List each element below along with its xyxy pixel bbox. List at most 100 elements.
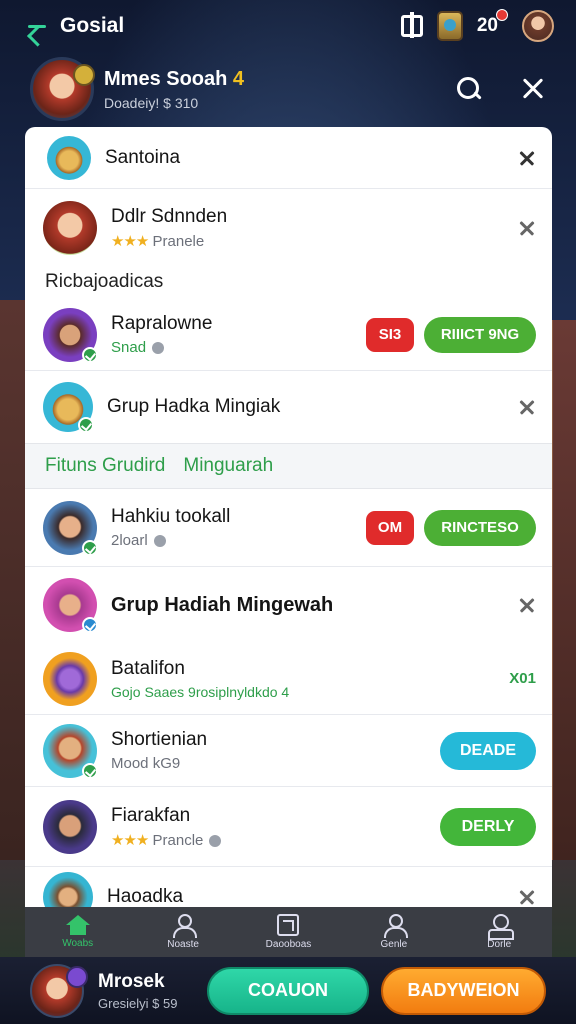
footer-info: Mrosek Gresielyi $ 59 <box>98 971 177 1011</box>
top-bar-actions: 20 <box>400 9 554 42</box>
friend-avatar <box>43 307 98 363</box>
profile-name-text: Mmes Sooah <box>104 67 228 90</box>
action-button[interactable]: RIIICT 9NG <box>424 316 536 353</box>
group-avatar <box>43 651 97 706</box>
close-icon[interactable] <box>518 398 536 416</box>
close-icon[interactable] <box>518 596 536 614</box>
top-bar: Gosial 20 <box>0 0 576 52</box>
row-title: Rapralowne <box>111 313 213 334</box>
background-building-right <box>550 320 576 860</box>
profile-name: Mmes Sooah 4 <box>104 68 244 91</box>
friend-avatar <box>43 500 98 556</box>
profile-avatar[interactable] <box>30 57 95 121</box>
row-meta: Snad <box>111 339 366 356</box>
section-label-primary: Fituns Grudird <box>45 455 166 476</box>
nav-item-friends[interactable]: Noaste <box>143 914 223 950</box>
verified-check-icon <box>82 762 98 779</box>
nav-label: Dorle <box>487 939 512 950</box>
list-item[interactable]: Haoadka <box>25 867 552 907</box>
verified-check-icon <box>78 417 94 433</box>
user-icon <box>172 914 198 938</box>
gift-icon[interactable] <box>400 12 423 38</box>
row-meta: ★★★ Pranele <box>111 232 518 250</box>
nav-label: Noaste <box>167 939 199 950</box>
footer-name: Mrosek <box>98 970 165 992</box>
heart-icon <box>153 535 166 548</box>
list-item[interactable]: Batalifon Gojo Saaes 9rosiplnyldkdo 4 X0… <box>25 643 552 715</box>
list-item[interactable]: Grup Hadka Mingiak <box>25 371 552 443</box>
group-avatar <box>43 578 98 633</box>
badge-button[interactable]: SI3 <box>366 317 414 352</box>
nav-label: Woabs <box>62 938 94 949</box>
section-label-secondary: Minguarah <box>183 455 274 476</box>
profile-subtitle: Doadeiy! $ 310 <box>104 94 199 111</box>
list-item[interactable]: Fiarakfan ★★★ Prancle DERLY <box>25 787 552 867</box>
box-icon <box>277 914 300 936</box>
friend-avatar <box>43 872 93 907</box>
row-meta: Gojo Saaes 9rosiplnyldkdo 4 <box>111 683 290 700</box>
list-item[interactable]: Hahkiu tookall 2loarl OM RINCTESO <box>25 489 552 567</box>
nav-item-more[interactable]: Dorle <box>459 914 539 950</box>
notification-counter[interactable]: 20 <box>477 9 508 37</box>
profile-info: Mmes Sooah 4 Doadeiy! $ 310 <box>104 68 244 111</box>
map-icon[interactable] <box>436 11 463 41</box>
row-meta-text: Snad <box>111 339 147 356</box>
row-title: Grup Hadiah Mingewah <box>111 593 334 616</box>
list-item[interactable]: Rapralowne Snad SI3 RIIICT 9NG <box>25 299 552 371</box>
verified-check-icon <box>82 346 98 363</box>
row-meta-text: 2loarl <box>111 532 148 549</box>
friend-avatar <box>43 201 97 255</box>
heart-icon <box>209 834 222 847</box>
group-avatar <box>43 382 94 433</box>
row-title: Ddlr Sdnnden <box>111 206 228 227</box>
user-avatar[interactable] <box>522 10 554 42</box>
list-item[interactable]: Shortienian Mood kG9 DEADE <box>25 715 552 787</box>
app-title: Gosial <box>60 14 125 37</box>
list-item[interactable]: Ddlr Sdnnden ★★★ Pranele <box>25 189 552 267</box>
profile-header: Mmes Sooah 4 Doadeiy! $ 310 <box>0 52 576 126</box>
primary-button[interactable]: COAUON <box>207 966 369 1015</box>
action-button[interactable]: DERLY <box>440 807 536 846</box>
pin-icon <box>488 914 515 940</box>
social-panel: Santoina Ddlr Sdnnden ★★★ Pranele Ricbaj… <box>25 127 552 907</box>
search-icon[interactable] <box>456 76 482 102</box>
section-header: Ricbajoadicas <box>45 271 164 292</box>
action-button[interactable]: RINCTESO <box>424 509 536 546</box>
footer-avatar[interactable] <box>30 963 88 1018</box>
section-header: Fituns Grudird Minguarah <box>25 443 552 489</box>
nav-item-inbox[interactable]: Daooboas <box>248 914 328 950</box>
profile-badge: 4 <box>232 67 245 90</box>
row-title: Batalifon <box>111 657 185 679</box>
footer-bar: Mrosek Gresielyi $ 59 COAUON BADYWEION <box>0 957 576 1024</box>
verified-check-icon <box>82 617 98 633</box>
row-title: Grup Hadka Mingiak <box>107 396 281 417</box>
count-label: X01 <box>509 670 536 687</box>
action-button[interactable]: DEADE <box>440 731 536 770</box>
row-title: Santoina <box>105 146 181 168</box>
nav-item-home[interactable]: Woabs <box>38 915 118 949</box>
home-icon <box>65 915 90 935</box>
list-item[interactable]: Santoina <box>25 127 552 189</box>
back-arrow-icon[interactable] <box>22 12 50 40</box>
badge-button[interactable]: OM <box>366 510 414 545</box>
verified-check-icon <box>82 539 98 556</box>
notification-dot <box>496 9 508 21</box>
close-icon[interactable] <box>520 76 546 102</box>
close-icon[interactable] <box>518 888 536 906</box>
user-icon <box>383 914 408 938</box>
chest-avatar <box>47 135 91 180</box>
row-title: Fiarakfan <box>111 804 191 826</box>
nav-item-profile[interactable]: Genle <box>354 914 434 950</box>
row-title: Hahkiu tookall <box>111 506 231 527</box>
rating-stars: ★★★ <box>111 831 149 849</box>
row-meta: ★★★ Prancle <box>111 831 440 849</box>
close-icon[interactable] <box>518 219 536 237</box>
nav-label: Daooboas <box>265 939 312 950</box>
close-icon[interactable] <box>518 149 536 167</box>
list-item[interactable]: Grup Hadiah Mingewah <box>25 567 552 643</box>
row-meta-text: Pranele <box>152 233 205 250</box>
row-meta: 2loarl <box>111 532 366 549</box>
friend-avatar <box>43 723 98 779</box>
friend-avatar <box>43 799 97 854</box>
secondary-button[interactable]: BADYWEION <box>381 966 546 1015</box>
